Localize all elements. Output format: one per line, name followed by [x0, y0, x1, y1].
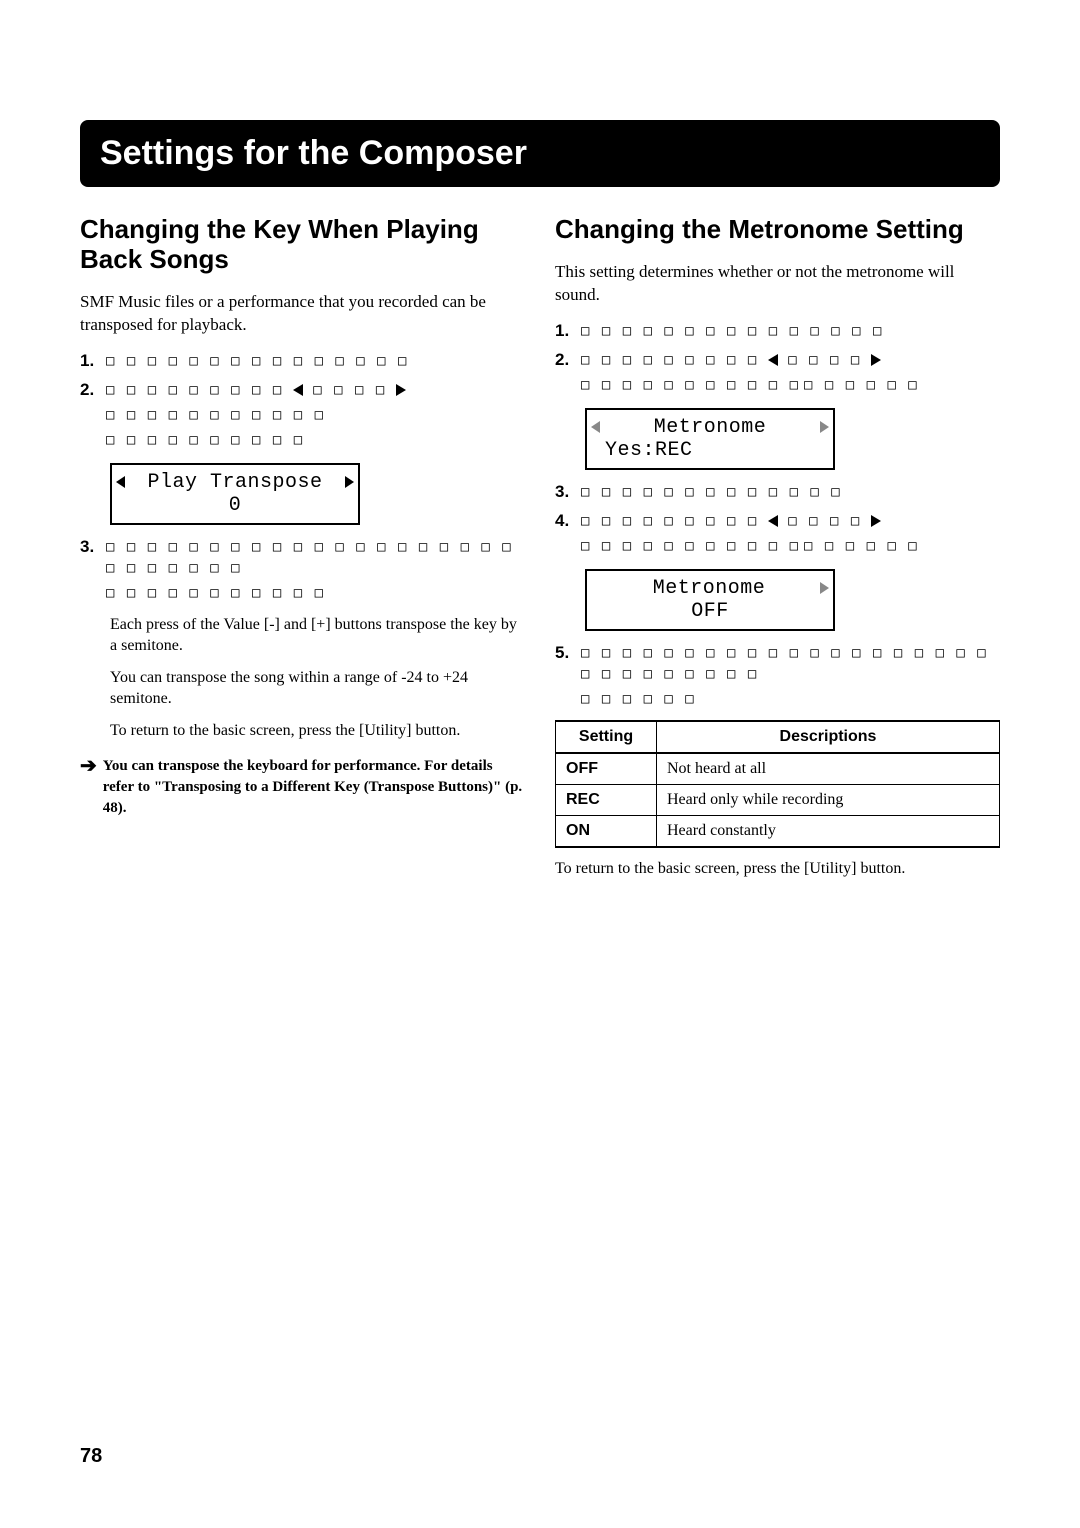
left-note-2: You can transpose the song within a rang… — [110, 667, 525, 710]
step-number: 4. — [555, 511, 581, 531]
arrow-left-icon — [293, 384, 303, 396]
lcd-display-transpose: Play Transpose 0 — [110, 463, 360, 525]
left-step-1: 1. □ □ □ □ □ □ □ □ □ □ □ □ □ □ □ — [80, 351, 525, 372]
footnote-text: You can transpose the keyboard for perfo… — [103, 756, 525, 819]
right-heading: Changing the Metronome Setting — [555, 215, 1000, 245]
right-step-4: 4. □ □ □ □ □ □ □ □ □ □ □ □ □ □ □ □ □ □ □… — [555, 511, 1000, 557]
placeholder-text: □ □ □ □ □ □ — [581, 689, 696, 710]
table-header-descriptions: Descriptions — [657, 721, 1000, 753]
placeholder-text: □ □ □ □ □ □ □ □ □ □ □ — [581, 536, 800, 557]
step-number: 2. — [555, 350, 581, 370]
step-number: 3. — [80, 537, 106, 557]
table-cell-key: ON — [556, 815, 657, 847]
table-cell-key: REC — [556, 784, 657, 815]
step-number: 1. — [80, 351, 106, 371]
placeholder-text: □ □ □ □ □ □ □ □ □ □ □ □ □ □ □ □ □ □ □ □ … — [106, 537, 525, 579]
lcd-line1: Metronome — [600, 577, 818, 600]
placeholder-text: □ □ □ □ □ □ □ □ □ □ □ — [106, 583, 325, 604]
right-return-note: To return to the basic screen, press the… — [555, 858, 1000, 880]
step-number: 5. — [555, 643, 581, 663]
placeholder-text: □ □ □ □ □ □ □ □ □ — [106, 380, 283, 401]
table-row: ON Heard constantly — [556, 815, 1000, 847]
table-row: OFF Not heard at all — [556, 753, 1000, 785]
placeholder-text: □ □ □ □ □ □ □ □ □ — [581, 511, 758, 532]
right-step-3: 3. □ □ □ □ □ □ □ □ □ □ □ □ □ — [555, 482, 1000, 503]
left-heading: Changing the Key When Playing Back Songs — [80, 215, 525, 275]
right-step-1: 1. □ □ □ □ □ □ □ □ □ □ □ □ □ □ □ — [555, 321, 1000, 342]
arrow-right-icon — [871, 354, 881, 366]
placeholder-text: □ □ □ □ — [788, 511, 861, 532]
lcd-arrow-right-icon — [345, 476, 354, 488]
arrow-right-icon: ➔ — [80, 756, 97, 776]
table-cell-value: Heard only while recording — [657, 784, 1000, 815]
lcd-line2: OFF — [591, 600, 829, 623]
lcd-display-metronome-2: Metronome OFF — [585, 569, 835, 631]
step-number: 2. — [80, 380, 106, 400]
lcd-arrow-right-icon — [820, 582, 829, 594]
lcd-arrow-left-icon — [591, 421, 600, 433]
table-cell-value: Heard constantly — [657, 815, 1000, 847]
placeholder-text: □ □ □ □ □ □ □ □ □ — [581, 350, 758, 371]
lcd-display-metronome-1: Metronome Yes:REC — [585, 408, 835, 470]
arrow-left-icon — [768, 515, 778, 527]
table-header-setting: Setting — [556, 721, 657, 753]
lcd-arrow-left-icon — [116, 476, 125, 488]
arrow-right-icon — [396, 384, 406, 396]
lcd-line1: Metronome — [602, 416, 818, 439]
placeholder-text: □ □ □ □ □ □ □ □ □ □ □ □ □ □ □ □ □ □ □ □ … — [581, 643, 1000, 685]
left-note-1: Each press of the Value [-] and [+] butt… — [110, 614, 525, 657]
right-step-2: 2. □ □ □ □ □ □ □ □ □ □ □ □ □ □ □ □ □ □ □… — [555, 350, 1000, 396]
left-intro: SMF Music files or a performance that yo… — [80, 291, 525, 337]
metronome-settings-table: Setting Descriptions OFF Not heard at al… — [555, 720, 1000, 848]
placeholder-text: □ □ □ □ □ □ □ □ □ □ — [106, 430, 304, 451]
left-note-3: To return to the basic screen, press the… — [110, 720, 525, 742]
left-step-2: 2. □ □ □ □ □ □ □ □ □ □ □ □ □ □ □ □ □ □ □… — [80, 380, 525, 451]
arrow-left-icon — [768, 354, 778, 366]
placeholder-text: □ □ □ □ □ □ □ □ □ □ □ — [581, 375, 800, 396]
arrow-right-icon — [871, 515, 881, 527]
placeholder-text: □ □ □ □ — [313, 380, 386, 401]
left-step-3: 3. □ □ □ □ □ □ □ □ □ □ □ □ □ □ □ □ □ □ □… — [80, 537, 525, 604]
placeholder-text: □ □ □ □ — [788, 350, 861, 371]
placeholder-text: □ □ □ □ □ □ □ □ □ □ □ — [106, 405, 325, 426]
right-column: Changing the Metronome Setting This sett… — [555, 215, 1000, 885]
lcd-line1: Play Transpose — [147, 471, 322, 494]
lcd-line2: 0 — [116, 494, 354, 517]
table-cell-value: Not heard at all — [657, 753, 1000, 785]
step-number: 1. — [555, 321, 581, 341]
placeholder-text: □ □ □ □ □ □ — [804, 536, 919, 557]
placeholder-text: □ □ □ □ □ □ □ □ □ □ □ □ □ □ □ — [581, 321, 883, 342]
table-cell-key: OFF — [556, 753, 657, 785]
step-number: 3. — [555, 482, 581, 502]
left-footnote: ➔ You can transpose the keyboard for per… — [80, 756, 525, 819]
placeholder-text: □ □ □ □ □ □ — [804, 375, 919, 396]
right-intro: This setting determines whether or not t… — [555, 261, 1000, 307]
lcd-line2: Yes:REC — [591, 439, 829, 462]
page-number: 78 — [80, 1445, 102, 1468]
right-step-5: 5. □ □ □ □ □ □ □ □ □ □ □ □ □ □ □ □ □ □ □… — [555, 643, 1000, 710]
page-title: Settings for the Composer — [80, 120, 1000, 187]
table-row: REC Heard only while recording — [556, 784, 1000, 815]
placeholder-text: □ □ □ □ □ □ □ □ □ □ □ □ □ — [581, 482, 842, 503]
placeholder-text: □ □ □ □ □ □ □ □ □ □ □ □ □ □ □ — [106, 351, 408, 372]
left-column: Changing the Key When Playing Back Songs… — [80, 215, 525, 885]
lcd-arrow-right-icon — [820, 421, 829, 433]
